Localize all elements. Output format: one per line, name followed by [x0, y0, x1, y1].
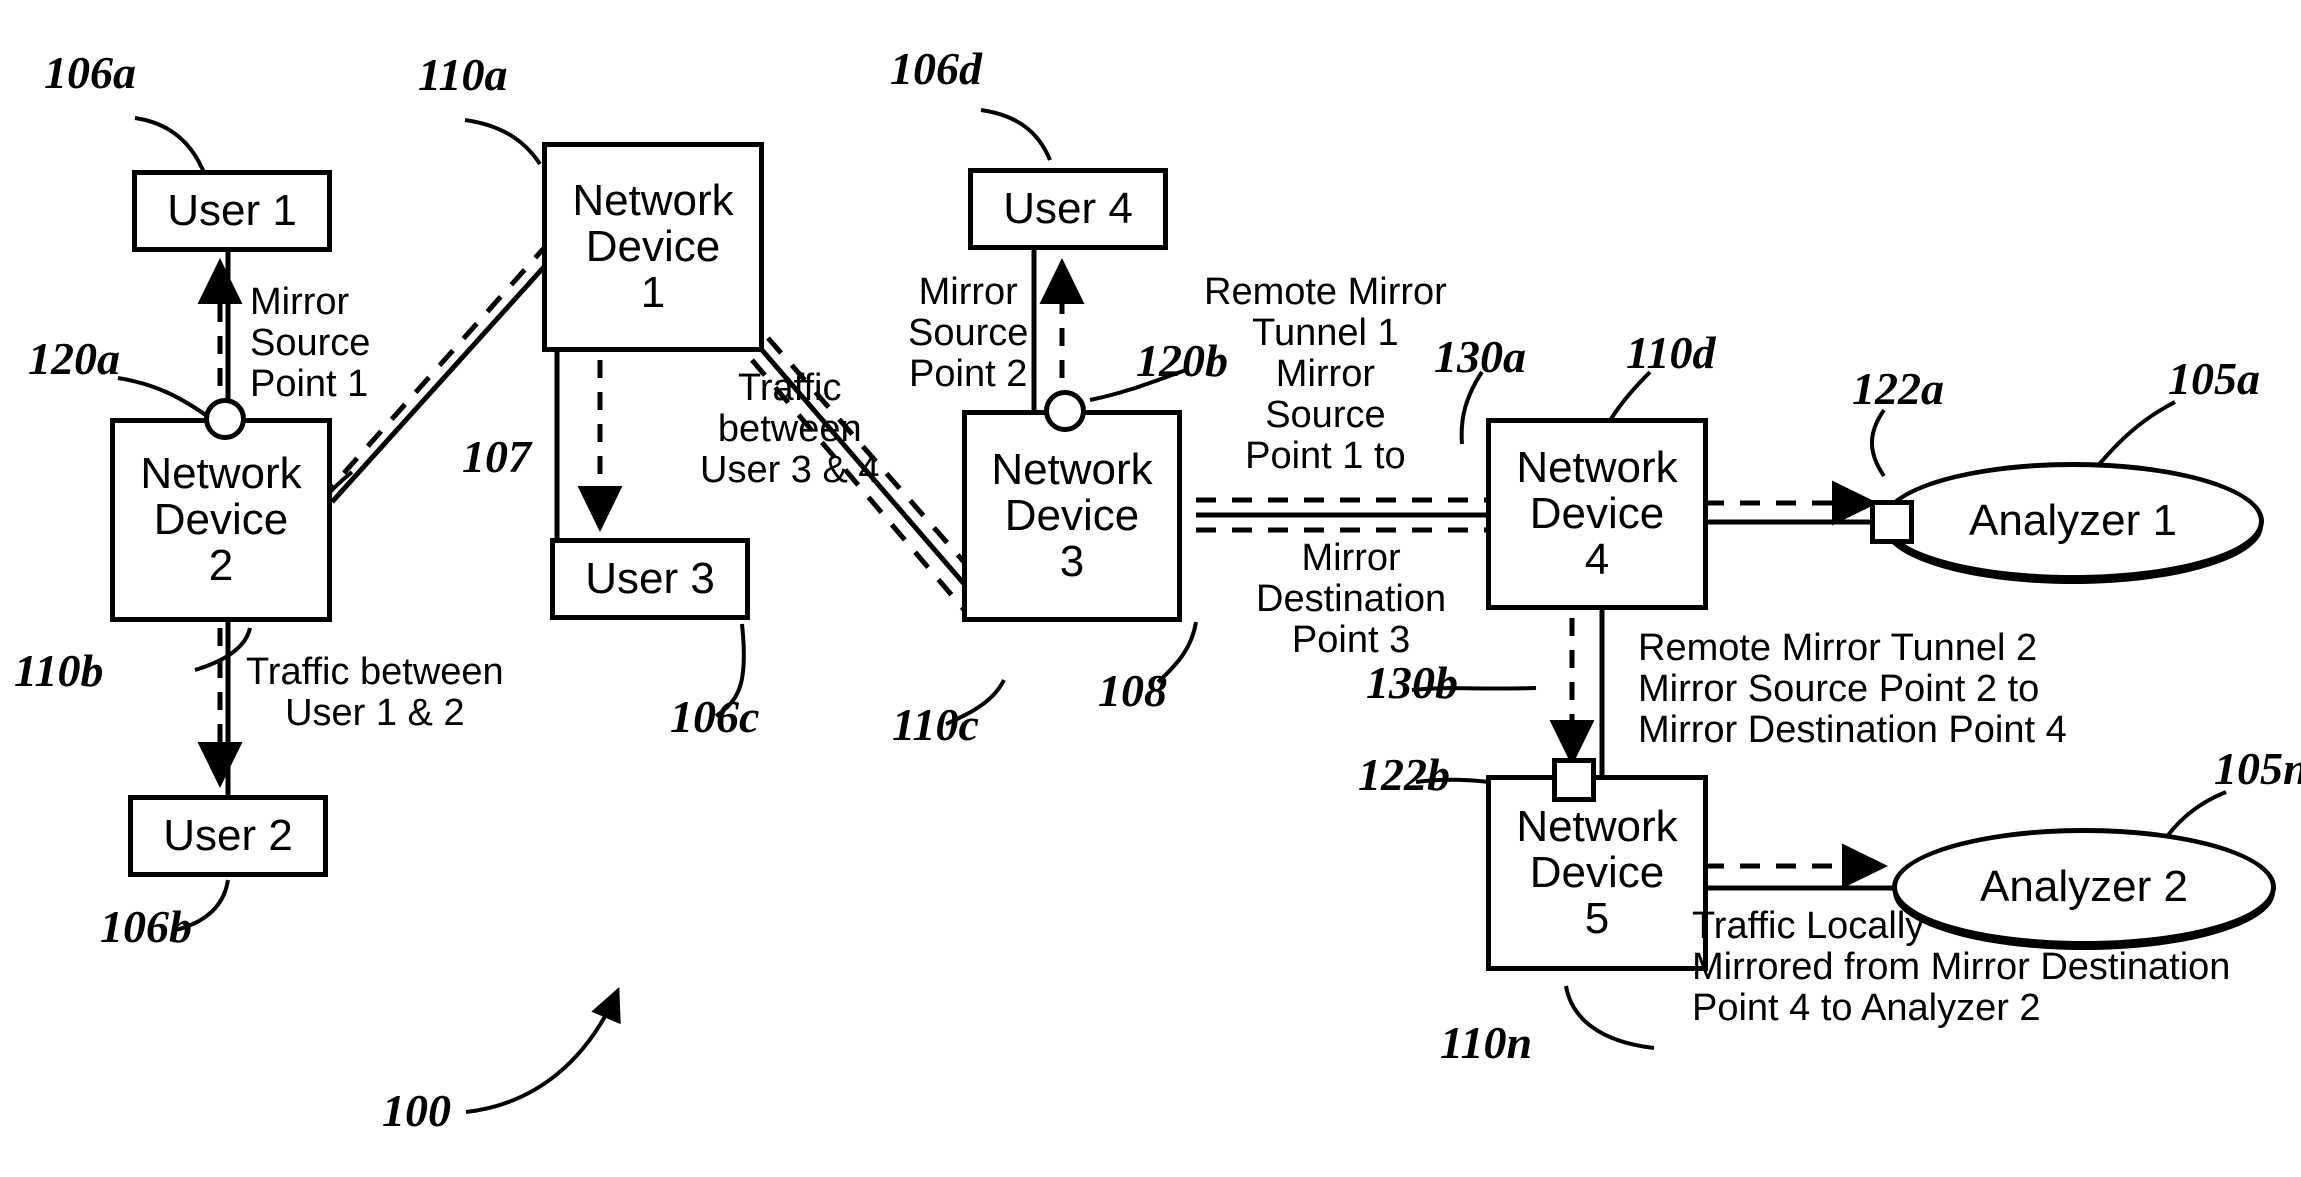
leader-120a	[117, 376, 212, 420]
ref-122b: 122b	[1358, 749, 1450, 800]
annotation-mirror-source-point-2: Mirror Source Point 2	[908, 271, 1029, 396]
node-network-device-1-line1: Network	[572, 176, 734, 226]
mirror-destination-point-4-marker[interactable]	[1552, 758, 1596, 802]
ref-110a: 110a	[418, 49, 508, 100]
node-network-device-4-line2: Device	[1529, 489, 1665, 539]
annotation-remote-mirror-tunnel-1: Remote Mirror Tunnel 1 Mirror Source Poi…	[1204, 271, 1447, 478]
leader-105a	[2094, 400, 2176, 470]
ref-110n: 110n	[1440, 1017, 1533, 1068]
node-user-2-label: User 2	[163, 811, 293, 861]
ref-110c: 110c	[892, 699, 979, 750]
node-network-device-1[interactable]: Network Device 1	[542, 142, 764, 352]
node-user-1-label: User 1	[167, 186, 297, 236]
ref-130a: 130a	[1434, 331, 1526, 382]
ref-108: 108	[1098, 665, 1167, 716]
annotation-traffic-user-1-2: Traffic between User 1 & 2	[246, 651, 504, 735]
node-network-device-5-line1: Network	[1516, 802, 1678, 852]
ref-110b: 110b	[14, 645, 104, 696]
ref-110d: 110d	[1626, 327, 1716, 378]
ref-106d: 106d	[890, 43, 982, 94]
node-network-device-2-line1: Network	[140, 449, 302, 499]
annotation-remote-mirror-tunnel-2: Remote Mirror Tunnel 2 Mirror Source Poi…	[1638, 627, 2067, 752]
mirror-destination-port-a-marker[interactable]	[1870, 500, 1914, 544]
node-user-1[interactable]: User 1	[132, 170, 332, 252]
node-network-device-5-line2: Device	[1529, 848, 1665, 898]
node-user-3-label: User 3	[585, 554, 715, 604]
leader-110n	[1564, 985, 1655, 1050]
leader-122a	[1869, 408, 1886, 478]
ref-105n: 105n	[2214, 743, 2301, 794]
node-network-device-2[interactable]: Network Device 2	[110, 418, 332, 622]
ref-106a: 106a	[44, 47, 136, 98]
node-network-device-3[interactable]: Network Device 3	[962, 410, 1182, 622]
leader-106d	[980, 108, 1052, 161]
leader-100-arrow	[465, 987, 621, 1114]
mirror-source-point-2-marker[interactable]	[1044, 390, 1086, 432]
ref-107: 107	[462, 431, 531, 482]
ref-100: 100	[382, 1085, 451, 1136]
node-analyzer-1[interactable]: Analyzer 1	[1882, 462, 2264, 580]
node-network-device-4[interactable]: Network Device 4	[1486, 418, 1708, 610]
node-analyzer-1-label: Analyzer 1	[1969, 496, 2177, 545]
leader-110a	[464, 118, 542, 166]
ref-105a: 105a	[2168, 353, 2260, 404]
node-network-device-2-line3: 2	[208, 540, 234, 590]
node-network-device-1-line2: Device	[585, 222, 721, 272]
ref-122a: 122a	[1852, 363, 1944, 414]
ref-120a: 120a	[28, 333, 120, 384]
node-network-device-5-line3: 5	[1584, 893, 1610, 943]
node-network-device-5[interactable]: Network Device 5	[1486, 775, 1708, 971]
node-network-device-3-line1: Network	[991, 445, 1153, 495]
ref-120b: 120b	[1136, 335, 1228, 386]
node-network-device-4-line3: 4	[1584, 534, 1610, 584]
annotation-mirror-source-point-1: Mirror Source Point 1	[250, 281, 371, 406]
mirror-source-point-1-marker[interactable]	[204, 398, 246, 440]
node-network-device-1-line3: 1	[640, 267, 666, 317]
ref-130b: 130b	[1366, 657, 1458, 708]
node-user-2[interactable]: User 2	[128, 795, 328, 877]
annotation-traffic-locally-mirrored: Traffic Locally Mirrored from Mirror Des…	[1692, 905, 2231, 1030]
node-analyzer-2-label: Analyzer 2	[1980, 862, 2188, 911]
node-user-4-label: User 4	[1003, 184, 1133, 234]
annotation-mirror-destination-point-3: Mirror Destination Point 3	[1256, 537, 1447, 662]
ref-106b: 106b	[100, 901, 192, 952]
node-network-device-3-line3: 3	[1059, 536, 1085, 586]
node-user-3[interactable]: User 3	[550, 538, 750, 620]
node-network-device-4-line1: Network	[1516, 443, 1678, 493]
node-user-4[interactable]: User 4	[968, 168, 1168, 250]
leader-106a	[134, 116, 208, 179]
ref-106c: 106c	[670, 691, 760, 742]
patent-figure: User 1 Network Device 2 User 2 Network D…	[0, 0, 2301, 1177]
node-network-device-2-line2: Device	[153, 495, 289, 545]
annotation-traffic-user-3-4: Traffic between User 3 & 4	[700, 367, 880, 492]
node-network-device-3-line2: Device	[1004, 491, 1140, 541]
